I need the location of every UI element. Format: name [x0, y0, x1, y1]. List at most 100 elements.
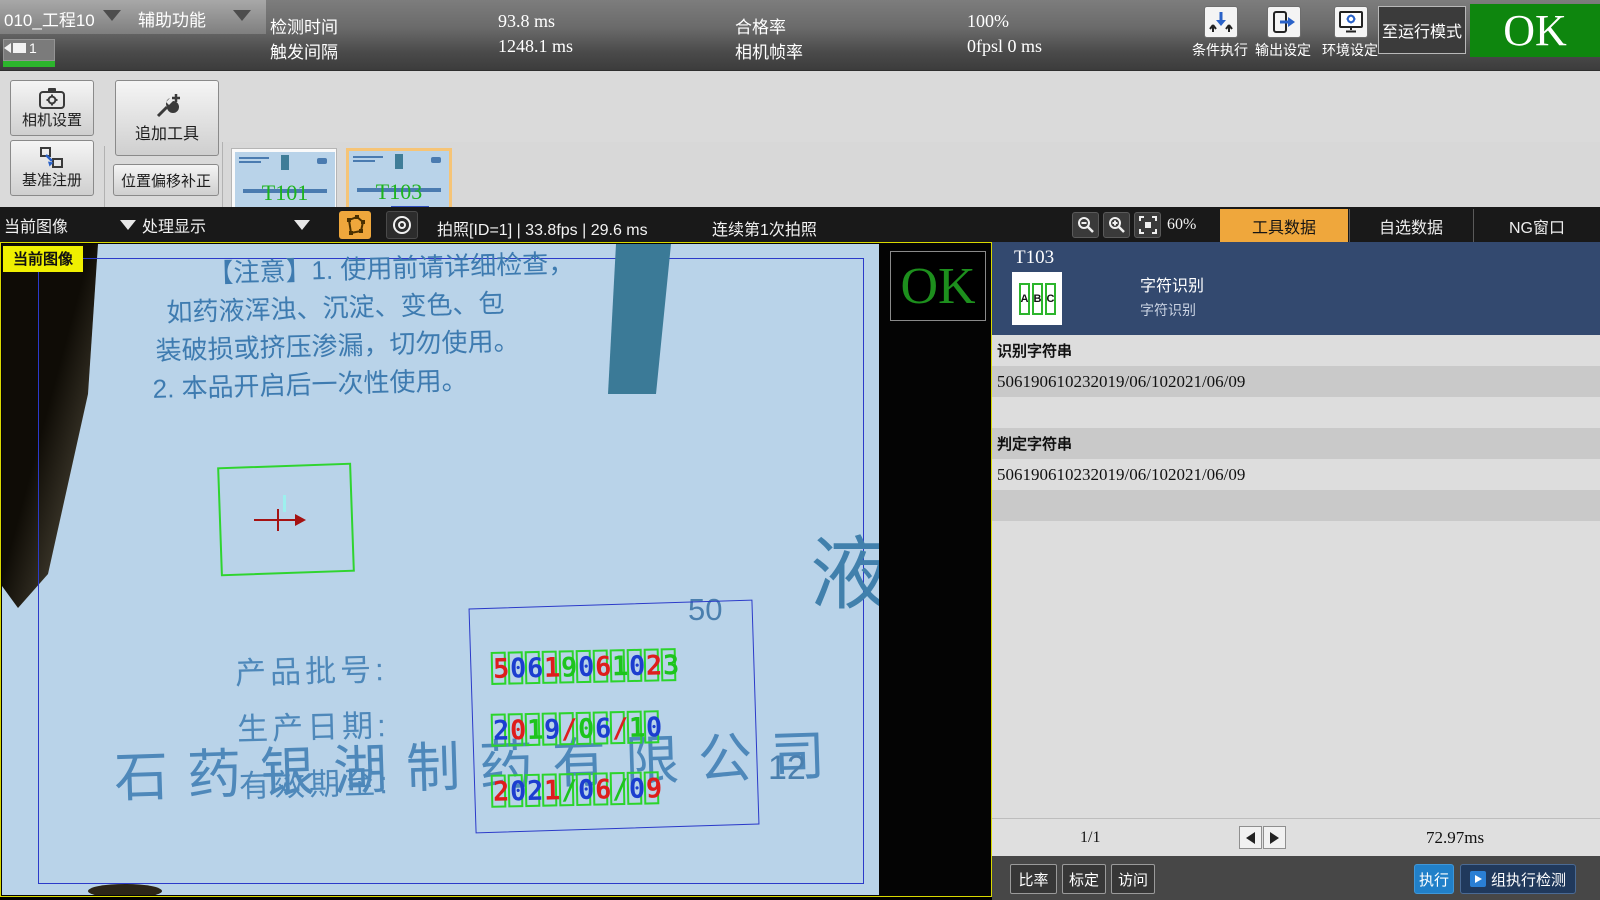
zoom-in-icon	[1108, 216, 1126, 234]
ocr-char: 2	[491, 713, 507, 746]
access-button[interactable]: 访问	[1111, 864, 1155, 894]
package-notice-text: 【注意】1. 使用前请详细检查， 如药液浑浊、沉淀、变色、包 装破损或挤压渗漏，…	[149, 244, 578, 408]
field-lot-label: 产品批号:	[234, 644, 388, 693]
ocr-char: /	[610, 772, 626, 805]
ocr-char: 0	[508, 713, 524, 746]
next-result-button[interactable]	[1263, 826, 1286, 849]
chevron-down-icon	[120, 220, 136, 230]
roi-display-button[interactable]	[339, 211, 371, 239]
judge-string-header: 判定字符串	[992, 428, 1600, 459]
ocr-row-mfg-date: 2019/06/10	[491, 710, 662, 747]
ocr-char: 0	[508, 774, 524, 807]
project-dropdown-icon[interactable]	[103, 10, 121, 21]
abc-letter: C	[1045, 283, 1056, 315]
tool-type: 字符识别	[1140, 272, 1204, 296]
tool-id-overlay: T101	[235, 180, 335, 206]
tab-ng-window[interactable]: NG窗口	[1473, 209, 1600, 242]
project-selector[interactable]: 010_工程10	[4, 6, 95, 31]
ocr-char: 0	[576, 712, 592, 745]
zoom-out-icon	[1077, 216, 1095, 234]
image-canvas[interactable]: 【注意】1. 使用前请详细检查， 如药液浑浊、沉淀、变色、包 装破损或挤压渗漏，…	[0, 242, 992, 897]
ocr-char: 1	[610, 649, 626, 682]
top-status-bar: 010_工程10 辅助功能 1 检测时间 触发间隔 93.8 ms 1248.1…	[0, 0, 1600, 70]
ocr-char: 0	[576, 650, 592, 683]
zoom-out-button[interactable]	[1072, 212, 1099, 238]
inspection-photo: 【注意】1. 使用前请详细检查， 如药液浑浊、沉淀、变色、包 装破损或挤压渗漏，…	[2, 244, 879, 895]
condition-exec-label: 条件执行	[1192, 40, 1248, 60]
stat-value-camera-fps: 0fpsl 0 ms	[967, 36, 1042, 57]
tool-name: 字符识别	[1140, 300, 1196, 320]
field-mfg-label: 生产日期:	[236, 700, 390, 749]
camera-setting-label: 相机设置	[22, 109, 82, 130]
ocr-char: 0	[644, 710, 660, 743]
tool-result-badge: OK	[890, 251, 986, 321]
position-offset-label: 位置偏移补正	[121, 170, 211, 191]
camera-setting-button[interactable]: 相机设置	[10, 80, 94, 136]
prev-result-button[interactable]	[1239, 826, 1262, 849]
base-register-icon	[39, 147, 65, 169]
judge-string-value: 506190610232019/06/102021/06/09	[992, 459, 1600, 490]
base-register-button[interactable]: 基准注册	[10, 140, 94, 196]
output-setting-button[interactable]	[1267, 6, 1301, 38]
display-mode-label: 处理显示	[142, 213, 206, 237]
execute-button[interactable]: 执行	[1414, 864, 1454, 894]
run-mode-button[interactable]: 至运行模式	[1378, 6, 1466, 54]
condition-exec-icon	[1209, 10, 1233, 34]
capture-status: 连续第1次拍照	[712, 216, 817, 240]
overall-status-badge: OK	[1470, 4, 1600, 57]
crosshair-v	[277, 509, 279, 531]
zoom-in-button[interactable]	[1103, 212, 1130, 238]
stat-value-inspect-time: 93.8 ms	[498, 11, 555, 32]
output-setting-icon	[1272, 10, 1296, 34]
field-exp-label: 有效期至:	[238, 757, 392, 806]
image-corner-label: 当前图像	[3, 246, 83, 272]
image-source-dropdown[interactable]: 当前图像	[4, 210, 136, 240]
spacer-row	[992, 490, 1600, 521]
position-offset-button[interactable]: 位置偏移补正	[113, 164, 219, 196]
base-register-label: 基准注册	[22, 169, 82, 190]
tool-header[interactable]: T103 ABC 字符识别 字符识别	[992, 242, 1600, 335]
ocr-char: 6	[593, 650, 609, 683]
ocr-char: 6	[525, 651, 541, 684]
ocr-char: 9	[542, 712, 558, 745]
result-pager: 1/1 72.97ms	[992, 818, 1600, 856]
ocr-char: 2	[491, 774, 507, 807]
tool-id-overlay: T103	[349, 179, 449, 205]
ocr-char: 6	[593, 711, 609, 744]
camera-number: 1	[29, 40, 37, 56]
aux-menu[interactable]: 辅助功能	[138, 6, 206, 31]
ocr-char: /	[559, 773, 575, 806]
capture-info: 拍照[ID=1] | 33.8fps | 29.6 ms	[437, 216, 648, 240]
add-tool-button[interactable]: 追加工具	[115, 80, 219, 156]
play-icon	[1470, 871, 1486, 887]
recognized-string-header: 识别字符串	[992, 335, 1600, 366]
env-setting-button[interactable]	[1334, 6, 1368, 38]
camera-1-badge[interactable]: 1	[3, 39, 55, 61]
ocr-tool-icon: ABC	[1012, 272, 1062, 325]
ocr-char: 9	[644, 771, 660, 804]
zoom-level: 60%	[1167, 216, 1196, 234]
aux-dropdown-icon[interactable]	[233, 10, 251, 21]
ocr-char: 1	[627, 711, 643, 744]
camera-icon	[4, 43, 11, 53]
abc-letter: B	[1032, 283, 1043, 315]
tab-custom-data[interactable]: 自选数据	[1349, 209, 1472, 242]
match-origin-tick	[283, 495, 286, 512]
tab-tool-data[interactable]: 工具数据	[1220, 209, 1348, 242]
chevron-down-icon	[294, 220, 310, 230]
fit-screen-button[interactable]	[1134, 212, 1161, 238]
viewer-toolbar: 当前图像 处理显示 拍照[ID=1] | 33.8fps | 29.6 ms 连…	[0, 207, 1600, 242]
ocr-char: 6	[593, 772, 609, 805]
group-execute-label: 组执行检测	[1491, 869, 1566, 890]
group-execute-button[interactable]: 组执行检测	[1460, 864, 1576, 894]
ocr-char: 9	[559, 650, 575, 683]
ocr-char: 0	[576, 773, 592, 806]
ocr-char: 0	[627, 649, 643, 682]
display-mode-dropdown[interactable]: 处理显示	[142, 210, 310, 240]
ocr-char: 5	[491, 652, 507, 685]
exec-time: 72.97ms	[1426, 828, 1484, 848]
condition-exec-button[interactable]	[1204, 6, 1238, 38]
ratio-button[interactable]: 比率	[1010, 864, 1057, 894]
live-view-button[interactable]	[386, 211, 418, 239]
calibration-button[interactable]: 标定	[1062, 864, 1106, 894]
